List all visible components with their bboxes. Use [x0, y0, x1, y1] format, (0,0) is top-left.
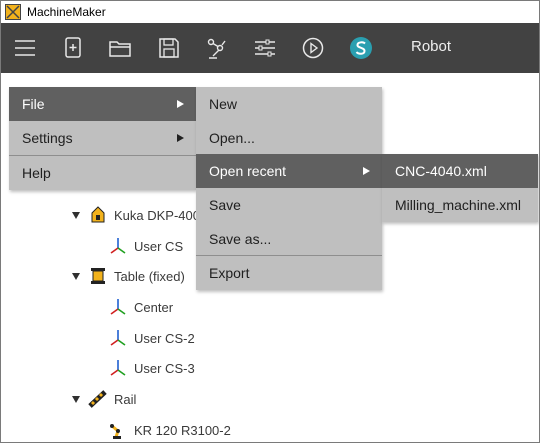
menu-item-label: CNC-4040.xml [395, 163, 487, 179]
main-menu: File Settings Help [9, 87, 196, 190]
menu-icon[interactable] [12, 35, 38, 61]
rail-icon [88, 389, 108, 409]
expand-triangle-icon[interactable] [72, 395, 80, 403]
save-icon[interactable] [156, 35, 182, 61]
tree-item-label: Center [134, 299, 174, 315]
menu-item-label: Open... [209, 130, 255, 146]
tree-item-kr120[interactable]: KR 120 R3100-2 [108, 419, 231, 441]
axes-icon [108, 236, 128, 256]
recent-item-milling-machine[interactable]: Milling_machine.xml [382, 188, 538, 222]
tree-item-user-cs[interactable]: User CS [108, 235, 183, 257]
tree-item-label: KR 120 R3100-2 [134, 422, 231, 438]
tree-item-label: Rail [114, 391, 137, 407]
table-icon [88, 266, 108, 286]
play-icon[interactable] [300, 35, 326, 61]
menu-item-label: New [209, 96, 238, 112]
menu-item-save-as[interactable]: Save as... [196, 222, 382, 256]
tree-item-rail[interactable]: Rail [72, 388, 136, 410]
tree-item-label: User CS-3 [134, 360, 195, 376]
menu-item-label: Help [22, 165, 51, 181]
tree-item-label: User CS [134, 238, 184, 254]
menu-item-file[interactable]: File [9, 87, 196, 121]
toolbar: Robot [1, 23, 539, 73]
expand-triangle-icon[interactable] [72, 272, 80, 280]
menu-item-label: Export [209, 265, 250, 281]
menu-item-open[interactable]: Open... [196, 121, 382, 155]
window-title: MachineMaker [27, 5, 106, 19]
submenu-arrow-icon [363, 167, 370, 175]
tree-item-label: User CS-2 [134, 330, 195, 346]
submenu-arrow-icon [177, 100, 184, 108]
menu-item-label: Save [209, 197, 241, 213]
menu-item-save[interactable]: Save [196, 188, 382, 222]
menu-item-new[interactable]: New [196, 87, 382, 121]
menu-item-label: Open recent [209, 163, 287, 179]
menu-item-open-recent[interactable]: Open recent [196, 154, 382, 188]
tree-item-center[interactable]: Center [108, 296, 173, 318]
tree-item-label: Table (fixed) [114, 268, 185, 284]
open-folder-icon[interactable] [107, 35, 133, 61]
new-file-icon[interactable] [60, 35, 86, 61]
title-bar: MachineMaker [1, 1, 539, 23]
menu-item-export[interactable]: Export [196, 256, 382, 290]
menu-item-label: Save as... [209, 231, 272, 247]
robot-arm-icon [108, 420, 128, 440]
s-logo-icon[interactable] [348, 35, 374, 61]
menu-item-label: Settings [22, 130, 73, 146]
tree-item-user-cs-3[interactable]: User CS-3 [108, 357, 195, 379]
menu-item-label: File [22, 96, 45, 112]
submenu-arrow-icon [177, 134, 184, 142]
file-submenu: New Open... Open recent Save Save as... … [196, 87, 382, 290]
app-window: MachineMaker Robot Kuka DKP-400 User CS … [0, 0, 540, 443]
sliders-icon[interactable] [252, 35, 278, 61]
axes-icon [108, 358, 128, 378]
tree-item-label: Kuka DKP-400 [114, 207, 200, 223]
tree-item-kuka[interactable]: Kuka DKP-400 [72, 204, 200, 226]
recent-item-cnc-4040[interactable]: CNC-4040.xml [382, 154, 538, 188]
expand-triangle-icon[interactable] [72, 211, 80, 219]
tree-item-table[interactable]: Table (fixed) [72, 265, 185, 287]
menu-item-label: Milling_machine.xml [395, 197, 522, 213]
machinemaker-logo-icon [5, 4, 21, 20]
recent-submenu: CNC-4040.xml Milling_machine.xml [382, 154, 538, 222]
kuka-robot-icon [88, 205, 108, 225]
menu-item-help[interactable]: Help [9, 156, 196, 190]
toolbar-robot-label: Robot [411, 38, 452, 55]
tree-item-user-cs-2[interactable]: User CS-2 [108, 327, 195, 349]
axes-icon [108, 297, 128, 317]
robot-arm-icon[interactable] [203, 35, 229, 61]
menu-item-settings[interactable]: Settings [9, 121, 196, 155]
axes-icon [108, 328, 128, 348]
